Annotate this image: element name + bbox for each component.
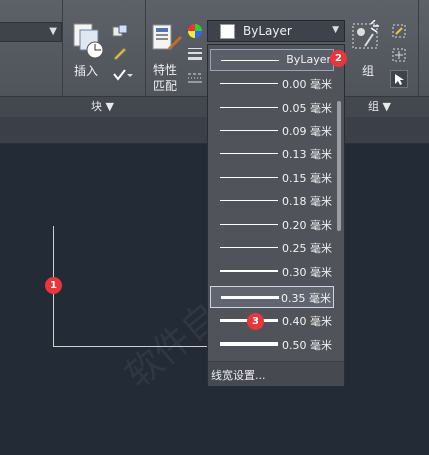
lineweight-option-label: 0.15 毫米 — [282, 172, 332, 185]
insert-label: 插入 — [74, 64, 99, 78]
dropdown-scrollbar[interactable] — [336, 49, 342, 357]
divider — [145, 0, 146, 96]
lineweight-option-0.18[interactable]: 0.18 毫米 — [210, 190, 334, 212]
lineweight-icon[interactable] — [187, 46, 203, 65]
edit-attributes-icon[interactable] — [112, 68, 134, 85]
lineweight-option-0.00[interactable]: 0.00 毫米 — [210, 73, 334, 95]
match-label: 匹配 — [153, 79, 178, 93]
lineweight-settings-link[interactable]: 线宽设置... — [208, 361, 344, 386]
lineweight-option-label: 0.00 毫米 — [282, 78, 332, 91]
match-properties-button[interactable] — [150, 22, 184, 60]
lineweight-sample — [220, 130, 278, 131]
lineweight-option-label: 0.13 毫米 — [282, 148, 332, 161]
lineweight-option-label: 0.35 毫米 — [281, 292, 331, 305]
lineweight-option-0.35[interactable]: 0.35 毫米 — [210, 286, 334, 308]
lineweight-option-label: 0.05 毫米 — [282, 102, 332, 115]
chevron-down-icon: ▼ — [332, 25, 339, 35]
lineweight-option-0.40[interactable]: 0.40 毫米 — [210, 310, 334, 332]
divider — [62, 0, 63, 96]
lineweight-sample — [220, 224, 278, 225]
group-selection-toggle[interactable] — [390, 70, 408, 88]
lineweight-option-label: 0.50 毫米 — [282, 339, 332, 352]
lineweight-sample — [220, 247, 278, 248]
polyline-horizontal-segment[interactable] — [53, 346, 208, 347]
match-properties-icon — [152, 24, 182, 50]
lineweight-sample — [220, 83, 278, 84]
color-swatch — [220, 24, 235, 39]
block-panel-title[interactable]: 块 ▼ — [91, 98, 114, 114]
lineweight-option-0.13[interactable]: 0.13 毫米 — [210, 143, 334, 165]
edit-block-icon[interactable] — [112, 46, 128, 63]
lineweight-option-0.09[interactable]: 0.09 毫米 — [210, 120, 334, 142]
lineweight-option-0.25[interactable]: 0.25 毫米 — [210, 237, 334, 259]
lineweight-option-0.50[interactable]: 0.50 毫米 — [210, 334, 334, 356]
lineweight-sample — [221, 296, 279, 299]
lineweight-dropdown-list: ByLayer 0.00 毫米 0.05 毫米 0.09 毫米 0.13 毫米 … — [207, 44, 345, 386]
lineweight-sample — [221, 60, 279, 61]
lineweight-option-0.30[interactable]: 0.30 毫米 — [210, 261, 334, 283]
lineweight-option-label: 0.30 毫米 — [282, 266, 332, 279]
insert-block-icon — [73, 23, 104, 59]
lineweight-sample — [220, 153, 278, 154]
lineweight-sample — [220, 177, 278, 178]
create-block-icon[interactable] — [112, 24, 128, 41]
group-edit-icon[interactable] — [392, 48, 408, 65]
group-panel-title[interactable]: 组 ▼ — [368, 98, 391, 114]
lineweight-combo[interactable]: ByLayer ▼ — [207, 20, 345, 42]
linetype-icon[interactable] — [187, 71, 203, 88]
step-marker-2: 2 — [330, 50, 347, 67]
lineweight-option-label: ByLayer — [286, 53, 331, 66]
lineweight-option-0.05[interactable]: 0.05 毫米 — [210, 97, 334, 119]
lineweight-sample — [220, 270, 278, 272]
lineweight-sample — [220, 342, 278, 346]
ungroup-icon[interactable] — [392, 24, 408, 41]
insert-block-button[interactable] — [70, 22, 106, 62]
divider — [418, 0, 419, 96]
chevron-down-icon: ▼ — [49, 26, 57, 37]
lineweight-option-0.15[interactable]: 0.15 毫米 — [210, 167, 334, 189]
lineweight-option-label: 0.18 毫米 — [282, 195, 332, 208]
layer-dropdown[interactable]: ▼ — [0, 22, 62, 42]
scrollbar-thumb[interactable] — [337, 101, 341, 231]
step-marker-1: 1 — [45, 277, 62, 294]
properties-label: 特性 — [153, 63, 178, 77]
lineweight-settings-label: 线宽设置... — [211, 369, 266, 382]
lineweight-option-bylayer[interactable]: ByLayer — [210, 49, 334, 71]
step-marker-3: 3 — [247, 313, 264, 330]
lineweight-sample — [220, 200, 278, 201]
lineweight-option-label: 0.09 毫米 — [282, 125, 332, 138]
group-label: 组 — [362, 64, 375, 78]
lineweight-current-value: ByLayer — [243, 24, 292, 38]
color-wheel-icon[interactable] — [187, 23, 203, 42]
group-icon — [352, 19, 379, 49]
lineweight-option-label: 0.20 毫米 — [282, 219, 332, 232]
lineweight-option-label: 0.40 毫米 — [282, 315, 332, 328]
lineweight-option-label: 0.25 毫米 — [282, 242, 332, 255]
group-button[interactable] — [351, 19, 381, 59]
lineweight-option-0.20[interactable]: 0.20 毫米 — [210, 214, 334, 236]
lineweight-sample — [220, 107, 278, 108]
